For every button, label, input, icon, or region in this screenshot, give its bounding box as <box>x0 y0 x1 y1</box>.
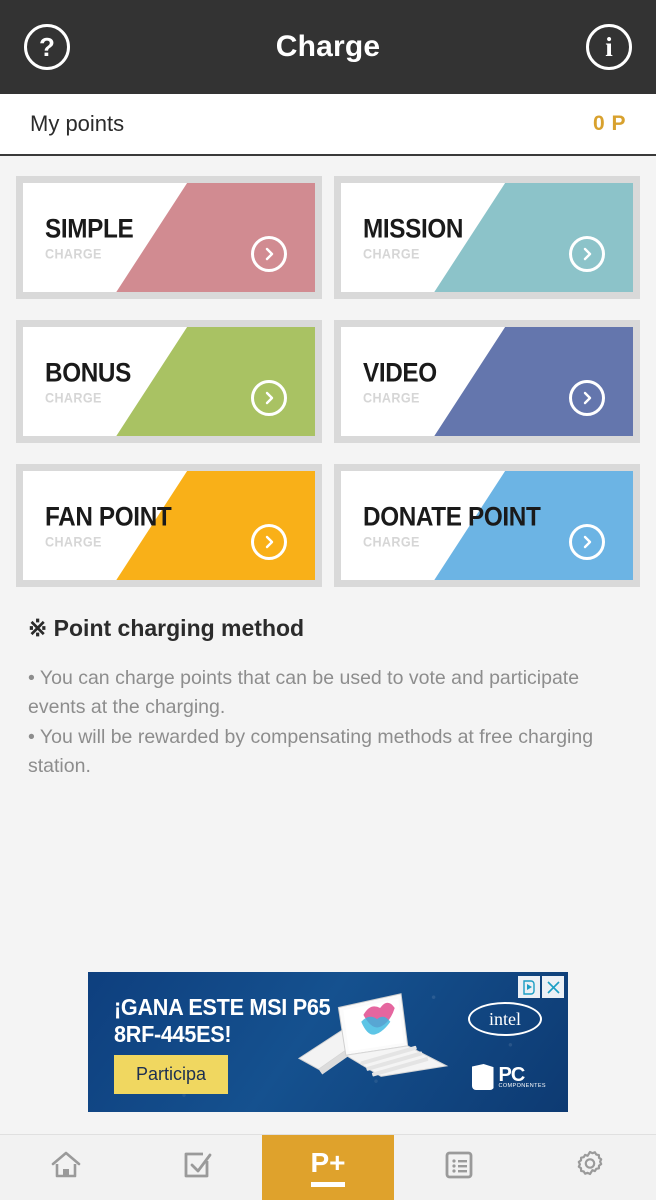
card-text-block: DONATE POINT CHARGE <box>363 500 560 550</box>
card-title: DONATE POINT <box>363 500 541 531</box>
card-subtitle: CHARGE <box>45 245 102 262</box>
nav-list[interactable] <box>394 1135 525 1200</box>
question-circle-icon[interactable]: ? <box>24 24 70 70</box>
my-points-label: My points <box>30 111 125 136</box>
card-surface: MISSION CHARGE <box>341 183 633 292</box>
fan-point-charge-card[interactable]: FAN POINT CHARGE <box>16 464 322 587</box>
card-text-block: BONUS CHARGE <box>45 356 141 406</box>
card-color-wedge <box>111 327 315 436</box>
card-color-wedge <box>429 327 633 436</box>
point-plus-icon: P+ <box>310 1146 346 1187</box>
card-title: MISSION <box>363 212 464 243</box>
card-surface: SIMPLE CHARGE <box>23 183 315 292</box>
adchoices-icon[interactable] <box>518 976 540 998</box>
app-header: ? Charge i <box>0 0 656 94</box>
chevron-right-icon[interactable] <box>251 236 287 272</box>
card-subtitle: CHARGE <box>363 533 420 550</box>
ad-banner[interactable]: ¡GANA ESTE MSI P65 8RF-445ES! Participa … <box>88 972 568 1112</box>
card-text-block: SIMPLE CHARGE <box>45 212 143 262</box>
card-subtitle: CHARGE <box>363 389 420 406</box>
close-icon[interactable] <box>542 976 564 998</box>
card-surface: FAN POINT CHARGE <box>23 471 315 580</box>
home-icon <box>49 1148 83 1187</box>
charge-screen: ? Charge i My points 0 P SIMPLE CHARGE MIS… <box>0 0 656 1200</box>
info-line-1: • You can charge points that can be used… <box>28 667 580 719</box>
nav-home[interactable] <box>0 1135 131 1200</box>
ad-container: ¡GANA ESTE MSI P65 8RF-445ES! Participa … <box>0 972 656 1134</box>
card-text-block: MISSION CHARGE <box>363 212 474 262</box>
pc-logo-text: PC COMPONENTES <box>498 1065 547 1089</box>
nav-charge[interactable]: P+ <box>262 1135 394 1200</box>
card-title: FAN POINT <box>45 500 172 531</box>
info-line-2: • You will be rewarded by compensating m… <box>28 725 594 777</box>
card-subtitle: CHARGE <box>45 389 102 406</box>
donate-point-charge-card[interactable]: DONATE POINT CHARGE <box>334 464 640 587</box>
ad-controls <box>518 976 564 998</box>
nav-active-underline <box>311 1181 345 1187</box>
gear-icon <box>573 1148 607 1187</box>
bonus-charge-card[interactable]: BONUS CHARGE <box>16 320 322 443</box>
ad-headline-line-2: 8RF-445ES! <box>114 1021 232 1048</box>
section-heading: ※ Point charging method <box>28 615 305 641</box>
card-surface: VIDEO CHARGE <box>341 327 633 436</box>
page-title: Charge <box>275 30 381 63</box>
pc-logo-subtitle: COMPONENTES <box>498 1082 546 1089</box>
point-charging-method-section: ※ Point charging method • You can charge… <box>0 587 656 781</box>
ad-headline: ¡GANA ESTE MSI P65 8RF-445ES! <box>114 994 331 1048</box>
card-title: SIMPLE <box>45 212 134 243</box>
card-subtitle: CHARGE <box>45 533 102 550</box>
ad-headline-line-1: ¡GANA ESTE MSI P65 <box>114 994 331 1020</box>
card-surface: BONUS CHARGE <box>23 327 315 436</box>
my-points-bar: My points 0 P <box>0 94 656 156</box>
ad-cta-button[interactable]: Participa <box>114 1055 229 1094</box>
intel-logo: intel <box>468 1002 542 1036</box>
chevron-right-icon[interactable] <box>569 236 605 272</box>
video-charge-card[interactable]: VIDEO CHARGE <box>334 320 640 443</box>
nav-active-label: P+ <box>310 1146 346 1178</box>
pccomponentes-logo: PC COMPONENTES <box>471 1064 547 1090</box>
card-subtitle: CHARGE <box>363 245 420 262</box>
chevron-right-icon[interactable] <box>251 380 287 416</box>
card-title: BONUS <box>45 356 131 387</box>
pc-logo-mark <box>471 1064 494 1090</box>
card-title: VIDEO <box>363 356 437 387</box>
mission-charge-card[interactable]: MISSION CHARGE <box>334 176 640 299</box>
help-glyph: ? <box>39 32 55 62</box>
nav-vote[interactable] <box>131 1135 262 1200</box>
card-text-block: VIDEO CHARGE <box>363 356 445 406</box>
checkbox-vote-icon <box>180 1148 214 1187</box>
list-document-icon <box>443 1149 475 1186</box>
card-text-block: FAN POINT CHARGE <box>45 500 185 550</box>
charge-card-grid: SIMPLE CHARGE MISSION CHARGE BONUS CHARGE VIDE… <box>0 156 656 587</box>
simple-charge-card[interactable]: SIMPLE CHARGE <box>16 176 322 299</box>
chevron-right-icon[interactable] <box>569 380 605 416</box>
info-glyph: i <box>605 31 613 62</box>
my-points-value: 0 P <box>592 112 626 135</box>
chevron-right-icon[interactable] <box>251 524 287 560</box>
card-surface: DONATE POINT CHARGE <box>341 471 633 580</box>
chevron-right-icon[interactable] <box>569 524 605 560</box>
info-circle-icon[interactable]: i <box>586 24 632 70</box>
nav-settings[interactable] <box>525 1135 656 1200</box>
bottom-navigation: P+ <box>0 1134 656 1200</box>
